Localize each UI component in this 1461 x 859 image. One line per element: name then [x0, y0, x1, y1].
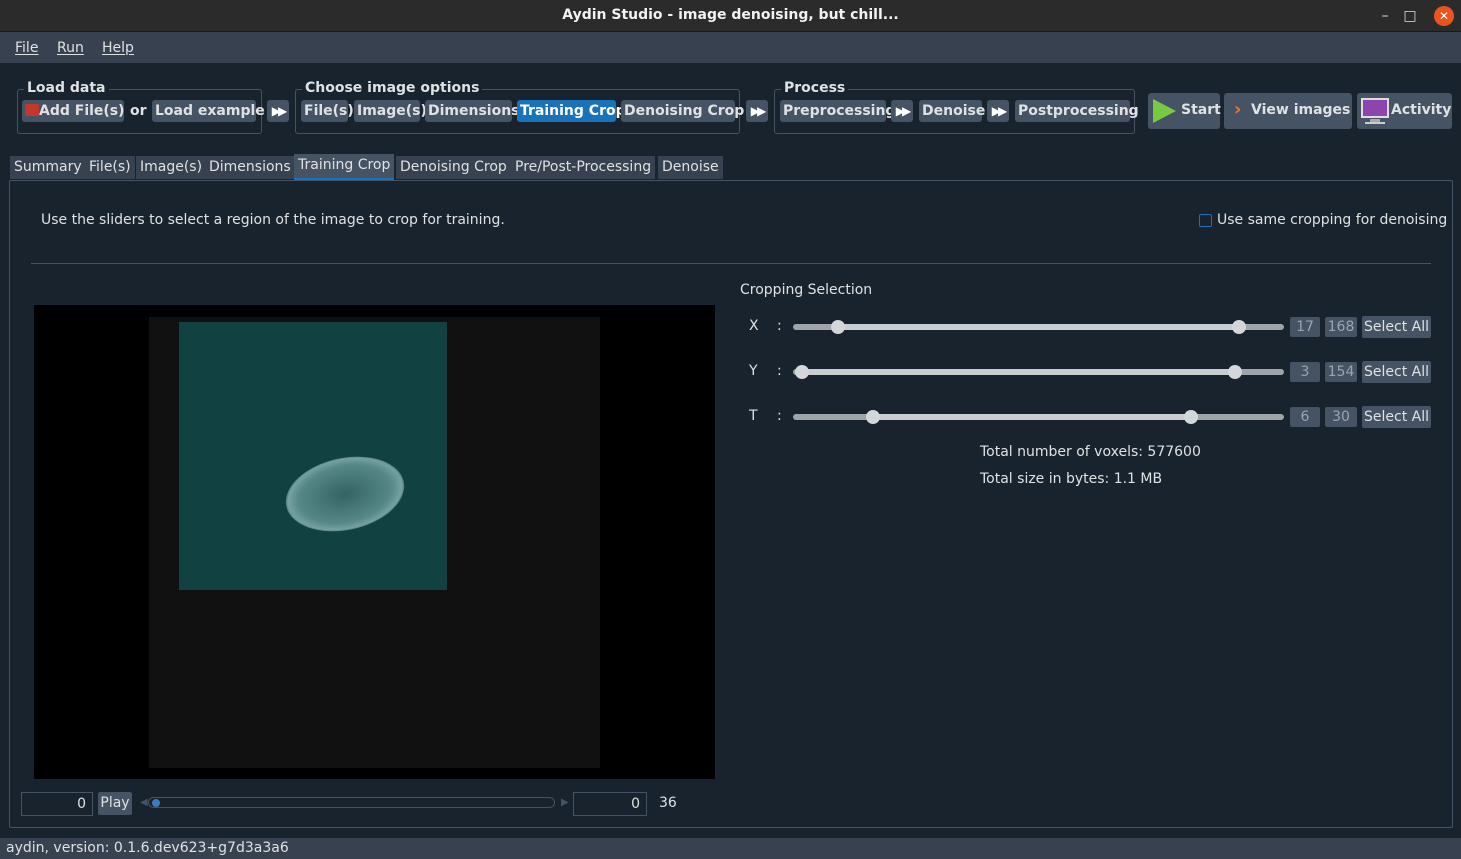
same-cropping-label: Use same cropping for denoising: [1217, 212, 1448, 228]
next-arrow-icon[interactable]: ▶▶: [746, 100, 768, 122]
tab-images[interactable]: Image(s): [136, 156, 207, 179]
play-button[interactable]: Play: [98, 792, 132, 815]
x-min-handle[interactable]: [831, 320, 846, 334]
start-button[interactable]: Start: [1148, 93, 1221, 129]
cropping-selection-title: Cropping Selection: [740, 282, 873, 298]
next-arrow-icon[interactable]: ▶▶: [891, 100, 913, 122]
x-min-value[interactable]: 17: [1290, 317, 1320, 337]
t-range-slider[interactable]: [793, 410, 1284, 424]
y-axis-label: Y: [749, 363, 758, 379]
denoise-step-button[interactable]: Denoise: [919, 100, 985, 122]
window-title: Aydin Studio - image denoising, but chil…: [562, 7, 899, 23]
load-data-title: Load data: [24, 80, 109, 96]
maximize-icon[interactable]: □: [1400, 6, 1420, 26]
menu-help[interactable]: Help: [102, 40, 134, 56]
frame-left-spinbox[interactable]: 0: [21, 792, 93, 816]
left-arrow-icon[interactable]: ◀: [140, 797, 148, 808]
tab-pre-post-processing[interactable]: Pre/Post-Processing: [511, 156, 656, 179]
separator: [31, 263, 1431, 264]
activity-button[interactable]: Activity: [1357, 93, 1452, 129]
denoising-crop-step-button[interactable]: Denoising Crop: [621, 100, 744, 122]
checkbox-box[interactable]: [1199, 214, 1212, 227]
tab-summary[interactable]: Summary: [10, 156, 86, 179]
load-example-button[interactable]: Load example: [152, 100, 265, 122]
menu-file[interactable]: File: [15, 40, 38, 56]
t-min-value[interactable]: 6: [1290, 407, 1320, 427]
folder-icon: [25, 104, 39, 116]
version-label: aydin, version: 0.1.6.dev623+g7d3a3a6: [6, 840, 289, 856]
frame-slider-handle[interactable]: [152, 799, 160, 807]
dimensions-step-button[interactable]: Dimensions: [425, 100, 520, 122]
tab-training-crop[interactable]: Training Crop: [294, 154, 395, 180]
or-label: or: [130, 103, 147, 119]
preprocessing-step-button[interactable]: Preprocessing: [780, 100, 895, 122]
t-select-all-button[interactable]: Select All: [1362, 406, 1431, 428]
chevron-right-icon: ›: [1234, 99, 1242, 120]
frame-slider[interactable]: [148, 797, 555, 808]
images-step-button[interactable]: Image(s): [354, 100, 427, 122]
x-axis-label: X: [749, 318, 759, 334]
x-axis-colon: :: [777, 318, 782, 334]
tab-dimensions[interactable]: Dimensions: [205, 156, 295, 179]
y-range-slider[interactable]: [793, 365, 1284, 379]
y-max-value[interactable]: 154: [1325, 362, 1357, 382]
add-files-button[interactable]: Add File(s): [22, 100, 125, 122]
t-max-value[interactable]: 30: [1325, 407, 1357, 427]
t-min-handle[interactable]: [865, 410, 880, 424]
view-images-button[interactable]: › View images: [1224, 93, 1352, 129]
y-range-fill: [801, 369, 1236, 375]
play-icon: [1153, 99, 1176, 123]
t-range-fill: [872, 414, 1192, 420]
close-icon[interactable]: ✕: [1434, 6, 1454, 26]
tab-files[interactable]: File(s): [85, 156, 135, 179]
x-range-fill: [838, 324, 1239, 330]
total-voxels-label: Total number of voxels: 577600: [980, 444, 1201, 460]
y-min-handle[interactable]: [794, 365, 809, 379]
frame-right-spinbox[interactable]: 0: [573, 792, 647, 816]
total-size-label: Total size in bytes: 1.1 MB: [980, 471, 1163, 487]
t-axis-label: T: [749, 408, 758, 424]
x-max-handle[interactable]: [1231, 320, 1246, 334]
x-max-value[interactable]: 168: [1325, 317, 1357, 337]
tab-denoise[interactable]: Denoise: [658, 156, 723, 179]
x-select-all-button[interactable]: Select All: [1362, 316, 1431, 338]
process-title: Process: [781, 80, 849, 96]
t-axis-colon: :: [777, 408, 782, 424]
y-min-value[interactable]: 3: [1290, 362, 1320, 382]
status-bar: aydin, version: 0.1.6.dev623+g7d3a3a6: [0, 838, 1461, 859]
y-axis-colon: :: [777, 363, 782, 379]
minimize-icon[interactable]: –: [1375, 6, 1395, 26]
y-select-all-button[interactable]: Select All: [1362, 361, 1431, 383]
tab-denoising-crop[interactable]: Denoising Crop: [396, 156, 511, 179]
choose-options-title: Choose image options: [302, 80, 483, 96]
frame-max-label: 36: [659, 795, 677, 811]
title-bar: Aydin Studio - image denoising, but chil…: [0, 0, 1461, 32]
crop-instructions: Use the sliders to select a region of th…: [41, 212, 505, 228]
files-step-button[interactable]: File(s): [301, 100, 354, 122]
next-arrow-icon[interactable]: ▶▶: [987, 100, 1009, 122]
x-range-slider[interactable]: [793, 320, 1284, 334]
postprocessing-step-button[interactable]: Postprocessing: [1015, 100, 1139, 122]
next-arrow-icon[interactable]: ▶▶: [267, 100, 289, 122]
monitor-icon: [1361, 98, 1389, 124]
crop-region-overlay[interactable]: [179, 322, 447, 590]
menu-run[interactable]: Run: [57, 40, 84, 56]
menu-bar: File Run Help: [0, 32, 1461, 63]
t-max-handle[interactable]: [1184, 410, 1199, 424]
training-crop-step-button[interactable]: Training Crop: [517, 100, 626, 122]
right-arrow-icon[interactable]: ▶: [561, 797, 569, 808]
